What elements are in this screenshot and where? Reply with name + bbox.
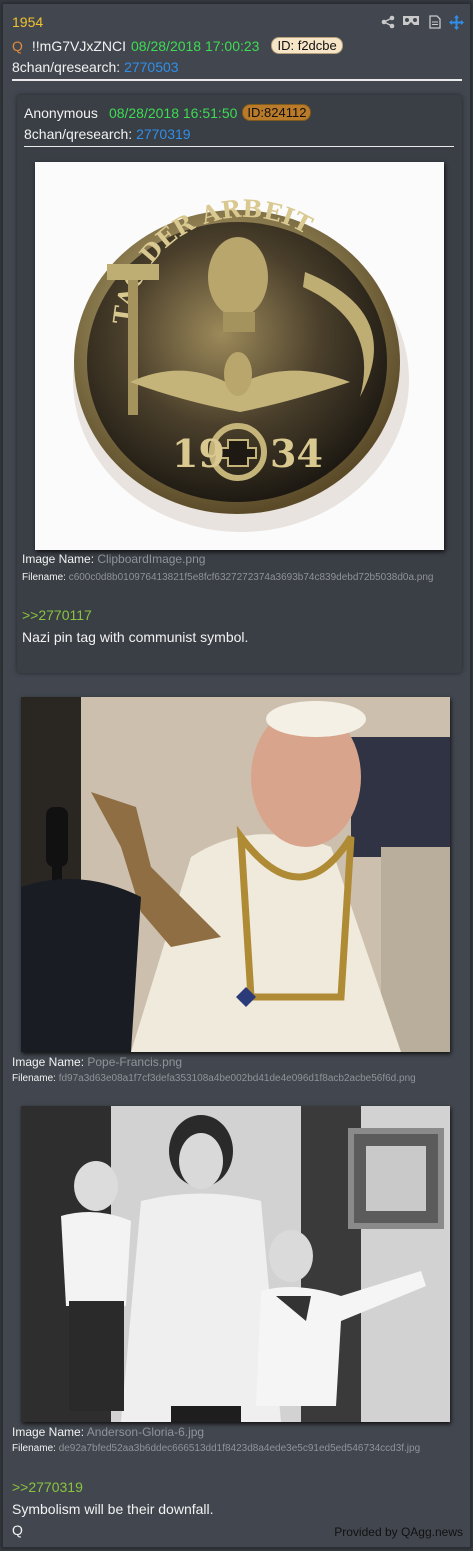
post-date: 08/28/2018 17:00:23: [131, 37, 260, 54]
filename-label: Filename:: [12, 1443, 56, 1454]
image-name-label: Image Name:: [12, 1425, 85, 1439]
quoted-divider: [24, 146, 454, 147]
image-name-value[interactable]: Pope-Francis.png: [87, 1055, 182, 1069]
board-name: 8chan/qresearch:: [12, 59, 121, 75]
post-number[interactable]: 1954: [12, 14, 43, 30]
filename-value[interactable]: c600c0d8b010976413821f5e8fcf6327272374a3…: [69, 572, 434, 583]
image-name-label: Image Name:: [12, 1055, 85, 1069]
image-name-label: Image Name:: [22, 552, 95, 566]
family-photo-image-name: Image Name: Anderson-Gloria-6.jpg: [12, 1425, 204, 1439]
post-actions: [380, 15, 464, 30]
share-icon[interactable]: [380, 15, 395, 30]
quoted-reply-link[interactable]: >>2770117: [22, 607, 92, 623]
board-line: 8chan/qresearch: 2770503: [12, 59, 179, 75]
header-divider: [12, 79, 462, 81]
filename-value[interactable]: de92a7bfed52aa3b6ddec666513dd1f8423d8a4e…: [59, 1443, 420, 1454]
post-header: Q !!mG7VJxZNCI 08/28/2018 17:00:23 ID: f…: [12, 37, 343, 54]
move-icon[interactable]: [449, 15, 464, 30]
reply-link[interactable]: >>2770319: [12, 1479, 83, 1495]
quoted-date: 08/28/2018 16:51:50: [108, 104, 238, 121]
quoted-author: Anonymous: [24, 104, 98, 121]
pope-image-name: Image Name: Pope-Francis.png: [12, 1055, 182, 1069]
quoted-header: Anonymous 08/28/2018 16:51:50 ID:824112: [24, 104, 312, 121]
tripcode: !!mG7VJxZNCI: [31, 37, 127, 54]
medal-image[interactable]: TAG DER ARBEIT 19 34: [35, 162, 444, 550]
medal-year-left: 19: [172, 431, 225, 476]
vr-icon[interactable]: [402, 15, 420, 30]
filename-label: Filename:: [12, 1073, 56, 1084]
document-icon[interactable]: [427, 15, 442, 30]
thread-link[interactable]: 2770503: [124, 59, 179, 75]
medal-year-right: 34: [270, 431, 323, 476]
q-mark: Q: [12, 37, 23, 54]
pope-image[interactable]: [21, 697, 450, 1052]
pope-image-filename: Filename: fd97a3d63e08a1f7cf3defa353108a…: [12, 1073, 416, 1084]
family-photo-image-filename: Filename: de92a7bfed52aa3b6ddec666513dd1…: [12, 1443, 420, 1454]
post-signature: Q: [12, 1522, 23, 1538]
quoted-image-name: Image Name: ClipboardImage.png: [22, 552, 205, 566]
quoted-image-filename: Filename: c600c0d8b010976413821f5e8fcf63…: [22, 572, 434, 583]
quoted-board-line: 8chan/qresearch: 2770319: [24, 126, 191, 142]
quoted-id-badge[interactable]: ID:824112: [242, 104, 312, 121]
quoted-post: Anonymous 08/28/2018 16:51:50 ID:824112 …: [17, 95, 462, 673]
post-text: Symbolism will be their downfall.: [12, 1501, 214, 1517]
footer-text: Provided by QAgg.news: [334, 1525, 463, 1539]
image-name-value[interactable]: Anderson-Gloria-6.jpg: [87, 1425, 204, 1439]
filename-label: Filename:: [22, 572, 66, 583]
quoted-thread-link[interactable]: 2770319: [136, 126, 191, 142]
image-name-value[interactable]: ClipboardImage.png: [97, 552, 205, 566]
footer-credit[interactable]: Provided by QAgg.news: [334, 1525, 463, 1539]
family-photo-image[interactable]: [21, 1106, 450, 1422]
filename-value[interactable]: fd97a3d63e08a1f7cf3defa353108a4be002bd41…: [59, 1073, 416, 1084]
quoted-text: Nazi pin tag with communist symbol.: [22, 629, 249, 645]
quoted-board-name: 8chan/qresearch:: [24, 126, 133, 142]
poster-id-badge[interactable]: ID: f2dcbe: [271, 37, 343, 54]
q-post: 1954 Q !!mG7VJxZNCI 08/28/2018 17:00:23 …: [2, 3, 471, 1548]
